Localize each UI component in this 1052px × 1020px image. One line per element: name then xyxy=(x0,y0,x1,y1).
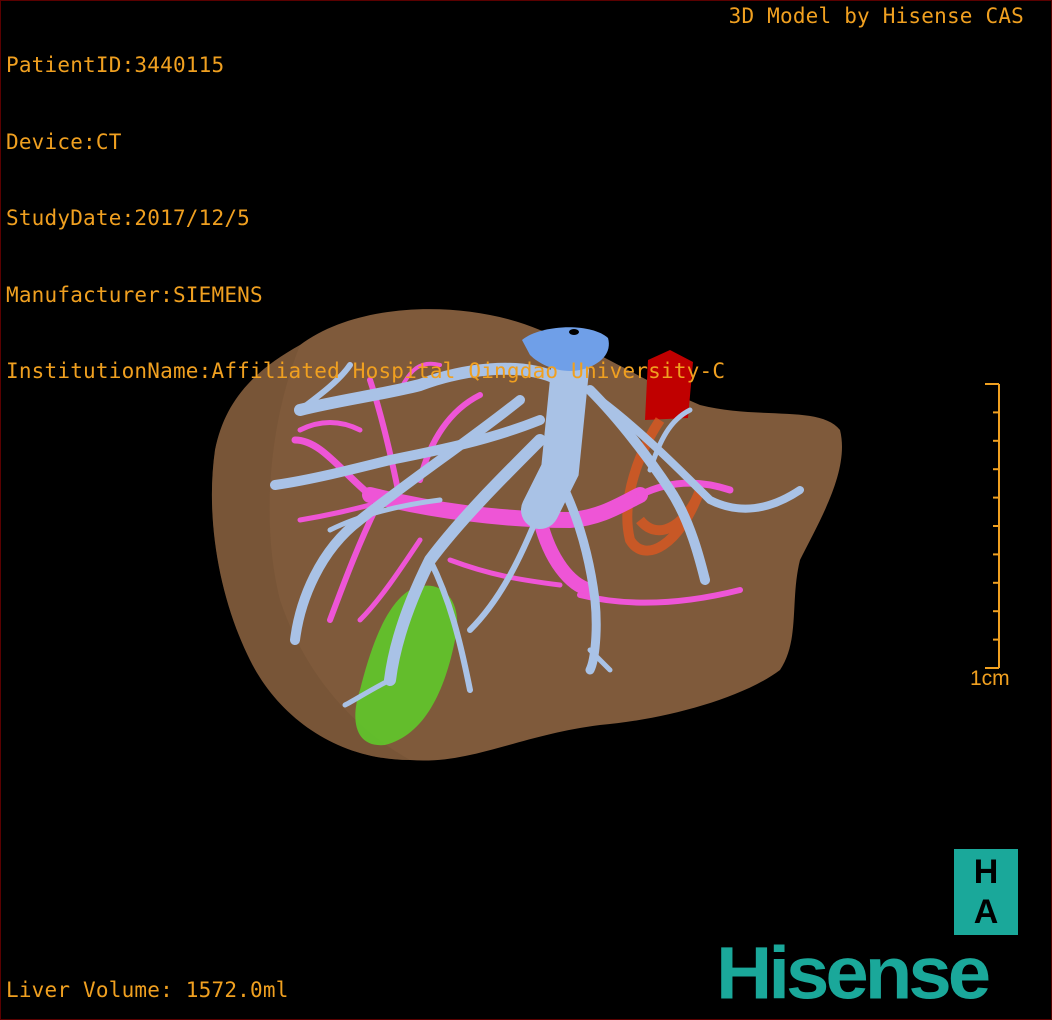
ha-logo-bottom-letter: A xyxy=(973,893,999,931)
ha-logo: H A xyxy=(954,849,1018,935)
scale-bar xyxy=(985,383,1000,669)
scale-bar-label: 1cm xyxy=(970,667,1010,690)
institution-name: InstitutionName:Affiliated Hospital Qing… xyxy=(6,359,726,383)
ha-logo-top-letter: H xyxy=(973,853,999,891)
model-credit: 3D Model by Hisense CAS xyxy=(728,4,1024,28)
device: Device:CT xyxy=(6,129,122,154)
patient-id: PatientID:3440115 xyxy=(6,53,225,77)
manufacturer: Manufacturer:SIEMENS xyxy=(6,282,263,307)
study-date: StudyDate:2017/12/5 xyxy=(6,206,251,230)
dicom-info-overlay: PatientID:3440115 Device:CT StudyDate:20… xyxy=(6,2,725,410)
liver-volume: Liver Volume: 1572.0ml xyxy=(6,978,289,1002)
hisense-logo: Hisense xyxy=(716,931,991,1015)
